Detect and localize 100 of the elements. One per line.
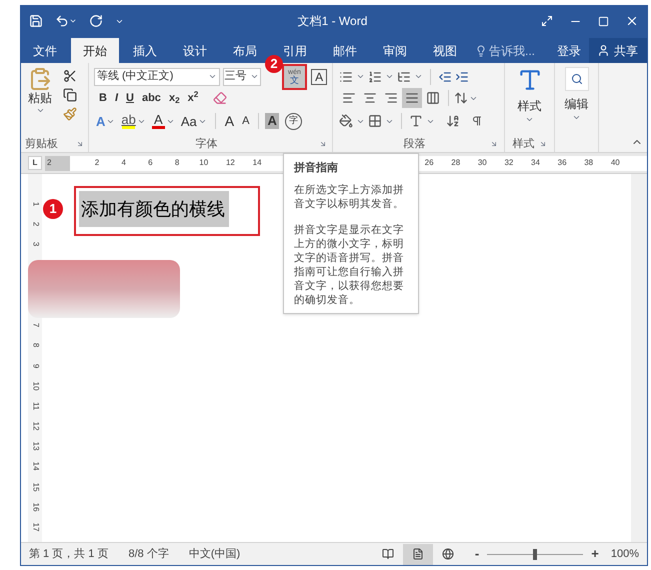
language-label: 中文(中国): [188, 546, 240, 562]
sign-in-link[interactable]: 登录: [549, 38, 589, 63]
ribbon-tab[interactable]: 文件: [21, 38, 69, 63]
page-count: 第 1 页，共 1 页: [29, 546, 108, 562]
font-effect-button[interactable]: A: [150, 111, 177, 131]
font-effect-button[interactable]: A: [94, 111, 118, 131]
ruler-number: 12: [30, 422, 42, 431]
shading-icon[interactable]: [339, 114, 353, 128]
zoom-thumb[interactable]: [533, 548, 538, 560]
close-icon[interactable]: [625, 14, 639, 28]
numbering-icon[interactable]: [368, 70, 382, 84]
font-size-field[interactable]: 三号: [222, 68, 261, 86]
ruler-number: 7: [30, 323, 42, 328]
group-label: 段落: [404, 136, 426, 152]
document-text: 添加有颜色的横线: [79, 191, 229, 227]
font-effect-button[interactable]: Aa: [178, 111, 209, 131]
clipboard-icon: [28, 67, 52, 91]
editing-button[interactable]: 编辑: [555, 63, 598, 122]
alignment-icon: [384, 91, 398, 105]
tooltip-text: 拼音文字是显示在文字上方的微小文字，标明文字的语音拼写。拼音指南可让您自行输入拼音文字，以获得您想要的确切发音。: [294, 222, 405, 306]
ruler-number: 2: [47, 157, 52, 169]
font-effect-button[interactable]: ab: [119, 111, 148, 131]
format-button[interactable]: B: [98, 90, 108, 106]
undo-icon[interactable]: [55, 14, 69, 28]
group-label: 剪贴板: [25, 136, 58, 152]
ruler-number: 4: [120, 157, 127, 169]
zoom-out-button[interactable]: -: [474, 544, 480, 564]
ruler-number: 2: [94, 157, 100, 169]
sort-icon[interactable]: [446, 114, 460, 128]
shrink-font-button[interactable]: A: [239, 112, 252, 130]
ruler-number: 36: [556, 157, 568, 169]
redo-icon[interactable]: [89, 14, 103, 28]
ribbon-tab[interactable]: 插入: [121, 38, 169, 63]
format-button[interactable]: abc: [140, 90, 162, 106]
ruler-number: 13: [30, 442, 42, 451]
justify-button[interactable]: [402, 88, 422, 108]
ruler-number: 15: [30, 482, 42, 492]
caret-icon: [250, 72, 259, 81]
ruler-number: 9: [30, 363, 42, 368]
save-icon[interactable]: [29, 14, 43, 28]
brush-icon[interactable]: [63, 107, 77, 121]
tell-me-field[interactable]: 告诉我...: [489, 42, 541, 60]
character-border-button[interactable]: A: [311, 68, 327, 84]
search-icon: [570, 73, 582, 85]
view-icon: [442, 548, 454, 560]
dialog-launcher-icon[interactable]: [319, 140, 327, 148]
share-button[interactable]: 共享: [589, 38, 647, 63]
ribbon-tab[interactable]: 邮件: [321, 38, 369, 63]
maximize-icon[interactable]: [598, 16, 609, 26]
show-marks-icon[interactable]: [471, 115, 483, 127]
borders-icon[interactable]: [368, 114, 382, 128]
ribbon-tab[interactable]: 审阅: [371, 38, 419, 63]
dialog-launcher-icon[interactable]: [538, 140, 546, 148]
caret-icon: [414, 72, 423, 81]
ruler-number: 14: [30, 462, 42, 472]
dialog-launcher-icon[interactable]: [490, 140, 498, 148]
decrease-indent-icon[interactable]: [438, 70, 452, 84]
ruler-number: 40: [610, 157, 621, 169]
ruler-number: 30: [476, 157, 488, 169]
paste-button[interactable]: 粘贴: [25, 67, 55, 136]
ruler-number: 16: [30, 502, 42, 512]
alignment-icon: [426, 91, 440, 105]
enclose-character-button[interactable]: 字: [284, 112, 302, 130]
tooltip-title: 拼音指南: [294, 160, 339, 176]
ribbon-tab[interactable]: 设计: [171, 38, 219, 63]
ribbon-tab[interactable]: 开始: [71, 38, 119, 63]
copy-icon[interactable]: [63, 88, 77, 102]
format-button[interactable]: I: [114, 90, 120, 106]
ruler-number: 6: [147, 157, 154, 169]
character-shading-button[interactable]: A: [265, 112, 279, 130]
bullets-icon[interactable]: [339, 70, 353, 84]
ribbon-display-icon[interactable]: [541, 15, 553, 27]
scissors-icon[interactable]: [63, 69, 77, 83]
caret-icon: [572, 113, 581, 122]
group-label: 字体: [196, 136, 218, 152]
increase-indent-icon[interactable]: [455, 70, 469, 84]
view-button[interactable]: [402, 544, 433, 564]
ribbon-tab[interactable]: 视图: [421, 38, 469, 63]
ruler-number: 26: [424, 157, 435, 169]
alignment-icon: [405, 91, 419, 105]
caret-icon[interactable]: [69, 17, 77, 25]
tooltip-text: 在所选文字上方添加拼音文字以标明其发音。: [294, 182, 405, 210]
word-count: 8/8 个字: [128, 546, 169, 562]
dialog-launcher-icon[interactable]: [76, 140, 84, 148]
grow-font-button[interactable]: A: [222, 110, 238, 132]
eraser-icon[interactable]: [213, 91, 228, 105]
format-button[interactable]: U: [125, 90, 135, 106]
styles-button[interactable]: 样式: [505, 63, 554, 136]
person-icon: [597, 44, 610, 57]
tab-selector[interactable]: L: [28, 156, 42, 170]
format-button[interactable]: x$_{2}$: [168, 90, 181, 106]
ruler-number: 1: [30, 202, 42, 206]
ruler-number: 11: [30, 402, 42, 410]
font-name-field[interactable]: 等线 (中文正文): [94, 68, 220, 86]
group-label: 样式: [512, 136, 534, 152]
ruler-number: 28: [450, 157, 462, 169]
format-button[interactable]: x$^{2}$: [186, 90, 200, 106]
zoom-in-button[interactable]: +: [591, 544, 599, 564]
multilevel-list-icon[interactable]: [397, 70, 411, 84]
line-spacing-icon[interactable]: [454, 91, 468, 105]
